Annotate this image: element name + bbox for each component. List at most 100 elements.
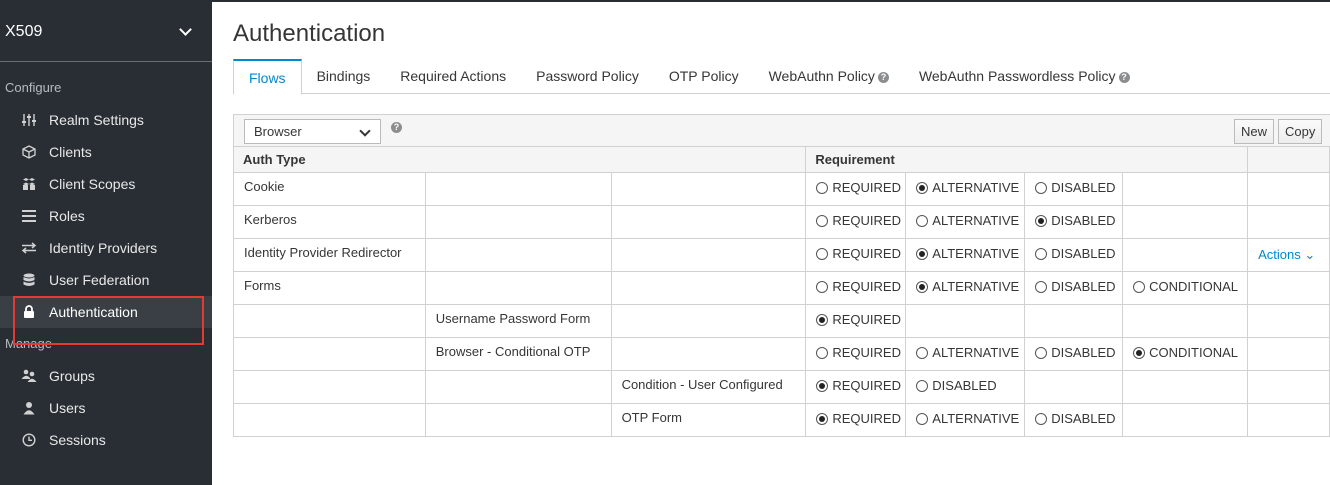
sidebar-item-user-federation[interactable]: User Federation — [0, 264, 212, 296]
tab-otp-policy[interactable]: OTP Policy — [654, 59, 754, 95]
requirement-radio-alternative[interactable]: ALTERNATIVE — [916, 279, 1019, 294]
radio-circle-icon — [1035, 247, 1048, 260]
requirement-radio-disabled[interactable]: DISABLED — [1035, 345, 1116, 361]
realm-selector[interactable]: X509 — [0, 2, 212, 62]
auth-type-cell: Cookie — [233, 171, 426, 206]
requirement-radio-conditional[interactable]: CONDITIONAL — [1133, 279, 1238, 294]
copy-button[interactable]: Copy — [1278, 119, 1323, 144]
requirement-radio-alternative[interactable]: ALTERNATIVE — [916, 246, 1019, 261]
radio-label: DISABLED — [1051, 279, 1116, 295]
auth-type-cell — [610, 270, 807, 305]
radio-circle-icon — [1035, 346, 1048, 359]
sidebar-item-label: Client Scopes — [49, 176, 136, 192]
requirement-radio-alternative[interactable]: ALTERNATIVE — [916, 213, 1019, 228]
tab-flows[interactable]: Flows — [233, 59, 302, 95]
radio-label: DISABLED — [1051, 246, 1116, 262]
sidebar-item-clients[interactable]: Clients — [0, 136, 212, 168]
radio-label: REQUIRED — [832, 411, 901, 427]
requirement-radio-required[interactable]: REQUIRED — [816, 279, 901, 294]
requirement-radio-disabled[interactable]: DISABLED — [1035, 411, 1116, 426]
requirement-cell: ALTERNATIVE — [905, 171, 1026, 206]
auth-type-cell: OTP Form — [610, 402, 807, 437]
radio-circle-icon — [1133, 346, 1146, 359]
radio-label: DISABLED — [1051, 345, 1116, 361]
help-icon[interactable]: ? — [1118, 72, 1130, 83]
clock-icon — [20, 433, 38, 447]
requirement-cell: REQUIRED — [805, 171, 907, 206]
sidebar-item-label: Clients — [49, 144, 92, 160]
database-icon — [20, 273, 38, 287]
actions-cell — [1247, 204, 1330, 239]
flow-select[interactable]: Browser — [244, 119, 381, 144]
requirement-radio-disabled[interactable]: DISABLED — [1035, 246, 1116, 262]
sidebar-item-sessions[interactable]: Sessions — [0, 424, 212, 456]
requirement-cell: DISABLED — [1024, 204, 1124, 239]
table-row: Identity Provider Redirector REQUIRED ALTE… — [233, 237, 1330, 272]
requirement-radio-disabled[interactable]: DISABLED — [1035, 180, 1116, 196]
execution-name: Username Password Form — [435, 310, 591, 326]
execution-name: Cookie — [244, 178, 285, 194]
new-button[interactable]: New — [1234, 119, 1275, 144]
requirement-cell: ALTERNATIVE — [905, 204, 1026, 239]
tab-label: WebAuthn Passwordless Policy — [918, 68, 1116, 84]
radio-label: DISABLED — [1051, 213, 1116, 229]
requirement-cell: REQUIRED — [805, 369, 907, 404]
radio-circle-icon — [916, 280, 929, 293]
requirement-radio-required[interactable]: REQUIRED — [816, 213, 901, 228]
radio-circle-icon — [916, 379, 929, 392]
radio-circle-icon — [1035, 181, 1048, 194]
requirement-cell: REQUIRED — [805, 336, 907, 371]
requirement-radio-disabled[interactable]: DISABLED — [916, 378, 997, 394]
requirement-radio-required[interactable]: REQUIRED — [816, 411, 901, 426]
sidebar: X509 Configure Realm Settings Clients Clie… — [0, 2, 212, 485]
radio-label: REQUIRED — [832, 279, 901, 295]
auth-type-cell — [610, 171, 807, 206]
actions-cell — [1247, 171, 1330, 206]
tab-webauthn-passwordless-policy[interactable]: WebAuthn Passwordless Policy? — [904, 59, 1145, 95]
radio-label: DISABLED — [1051, 180, 1116, 196]
requirement-radio-alternative[interactable]: ALTERNATIVE — [916, 411, 1019, 426]
flow-table: Auth Type Requirement Cookie REQUIRED ALTE… — [232, 147, 1330, 437]
sidebar-item-users[interactable]: Users — [0, 392, 212, 424]
requirement-cell: REQUIRED — [805, 303, 907, 338]
sidebar-item-identity-providers[interactable]: Identity Providers — [0, 232, 212, 264]
auth-type-cell — [610, 336, 807, 371]
auth-type-cell — [424, 237, 612, 272]
sidebar-item-label: Identity Providers — [49, 240, 158, 256]
requirement-radio-disabled[interactable]: DISABLED — [1035, 279, 1116, 295]
requirement-radio-required[interactable]: REQUIRED — [816, 378, 901, 393]
auth-type-cell — [233, 303, 426, 338]
requirement-radio-required[interactable]: REQUIRED — [816, 180, 901, 195]
sidebar-item-realm-settings[interactable]: Realm Settings — [0, 104, 212, 136]
sidebar-item-groups[interactable]: Groups — [0, 360, 212, 392]
radio-label: DISABLED — [932, 378, 997, 394]
requirement-cell: DISABLED — [905, 369, 1026, 404]
requirement-radio-required[interactable]: REQUIRED — [816, 312, 901, 327]
radio-circle-icon — [816, 280, 829, 293]
sidebar-item-authentication[interactable]: Authentication — [0, 296, 212, 328]
actions-dropdown[interactable]: Actions ⌄ — [1258, 247, 1315, 262]
requirement-radio-disabled[interactable]: DISABLED — [1035, 213, 1116, 229]
sidebar-item-client-scopes[interactable]: Client Scopes — [0, 168, 212, 200]
radio-circle-icon — [916, 247, 929, 260]
chevron-down-icon: ⌄ — [1300, 246, 1316, 262]
sidebar-item-label: User Federation — [49, 272, 150, 288]
tab-password-policy[interactable]: Password Policy — [521, 59, 654, 95]
requirement-cell — [1122, 204, 1249, 239]
tab-bindings[interactable]: Bindings — [302, 59, 386, 95]
requirement-radio-alternative[interactable]: ALTERNATIVE — [916, 180, 1019, 195]
tab-label: WebAuthn Policy — [768, 68, 875, 84]
cube-icon — [20, 145, 38, 159]
requirement-radio-required[interactable]: REQUIRED — [816, 246, 901, 261]
tab-required-actions[interactable]: Required Actions — [385, 59, 521, 95]
help-icon[interactable]: ? — [391, 122, 402, 133]
auth-type-cell — [233, 336, 426, 371]
sidebar-item-roles[interactable]: Roles — [0, 200, 212, 232]
requirement-radio-alternative[interactable]: ALTERNATIVE — [916, 345, 1019, 360]
tab-webauthn-policy[interactable]: WebAuthn Policy? — [754, 59, 904, 95]
help-icon[interactable]: ? — [877, 72, 889, 83]
requirement-radio-required[interactable]: REQUIRED — [816, 345, 901, 360]
requirement-cell: CONDITIONAL — [1122, 336, 1249, 371]
requirement-radio-conditional[interactable]: CONDITIONAL — [1133, 345, 1238, 360]
radio-label: REQUIRED — [832, 345, 901, 361]
